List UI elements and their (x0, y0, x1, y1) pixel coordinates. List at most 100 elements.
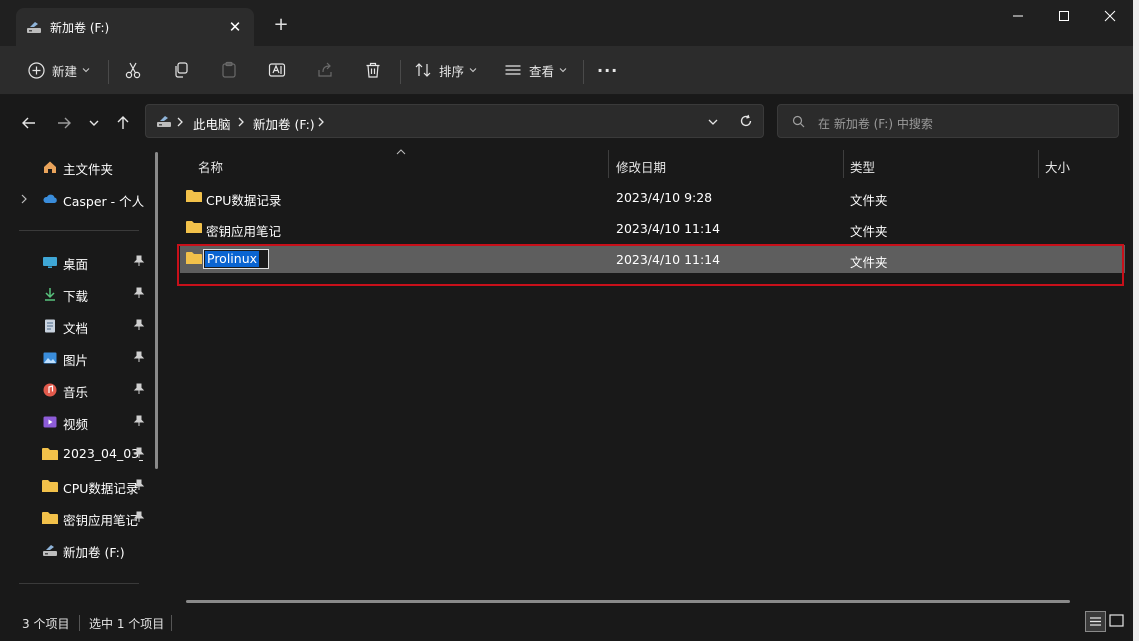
column-size[interactable]: 大小 (1045, 157, 1070, 176)
arrow-up-icon (117, 116, 129, 129)
pin-icon[interactable] (133, 351, 145, 363)
search-placeholder: 在 新加卷 (F:) 中搜索 (818, 117, 933, 131)
folder-icon (42, 512, 58, 524)
sort-button[interactable]: 排序 (414, 54, 478, 86)
tab-title: 新加卷 (F:) (50, 21, 110, 35)
up-button[interactable] (110, 110, 136, 136)
sidebar-item-label: CPU数据记录 (63, 481, 139, 496)
sidebar-item[interactable]: 新加卷 (F:) (20, 536, 148, 564)
expand-chevron-icon[interactable] (20, 194, 28, 204)
view-label: 查看 (529, 63, 555, 79)
recent-locations-button[interactable] (81, 110, 107, 136)
pin-icon[interactable] (133, 479, 145, 491)
sort-icon (415, 63, 431, 77)
file-name: CPU数据记录 (206, 193, 282, 208)
tiles-view-button[interactable] (1107, 611, 1128, 632)
video-icon (43, 416, 57, 428)
breadcrumb-this-pc[interactable]: 此电脑 (193, 114, 231, 133)
new-label: 新建 (52, 63, 78, 79)
refresh-icon[interactable] (739, 114, 753, 128)
folder-icon (186, 190, 202, 202)
paste-button[interactable] (220, 54, 238, 86)
copy-button[interactable] (172, 54, 190, 86)
minimize-button[interactable] (995, 0, 1041, 32)
chevron-right-icon (318, 117, 324, 127)
selection-count: 选中 1 个项目 (89, 617, 165, 631)
drive-icon (43, 545, 57, 556)
folder-icon (186, 221, 202, 233)
search-box[interactable]: 在 新加卷 (F:) 中搜索 (777, 104, 1119, 138)
file-explorer-window: 新加卷 (F:) ✕ + 新建 排序 查看 ··· 此电脑 新加卷 (F:) 在… (0, 0, 1133, 641)
pin-icon[interactable] (133, 287, 145, 299)
pin-icon[interactable] (133, 447, 145, 459)
sidebar-item[interactable]: 音乐 (20, 376, 148, 404)
sidebar-item-label: 下载 (63, 289, 89, 304)
nav-home-label: 主文件夹 (63, 162, 114, 177)
column-type[interactable]: 类型 (850, 157, 875, 176)
file-name: 密钥应用笔记 (206, 224, 282, 239)
pin-icon[interactable] (133, 415, 145, 427)
folder-icon (42, 480, 58, 492)
music-icon (43, 383, 57, 397)
view-button[interactable]: 查看 (504, 54, 568, 86)
chevron-down-icon (89, 120, 99, 126)
tab-drive-f[interactable]: 新加卷 (F:) ✕ (16, 8, 254, 46)
command-bar: 新建 排序 查看 ··· (0, 46, 1133, 95)
address-history-chevron-icon[interactable] (707, 117, 719, 127)
new-button[interactable]: 新建 (28, 54, 91, 86)
address-bar[interactable]: 此电脑 新加卷 (F:) (145, 104, 764, 138)
file-row[interactable]: CPU数据记录 2023/4/10 9:28 文件夹 (180, 183, 1125, 211)
copy-icon (175, 62, 188, 78)
rename-button[interactable] (268, 54, 286, 86)
details-view-button[interactable] (1085, 611, 1106, 632)
sidebar-item-label: 密钥应用笔记 (63, 513, 139, 528)
sort-label: 排序 (439, 63, 465, 79)
nav-scrollbar[interactable] (155, 152, 158, 469)
file-type: 文件夹 (850, 224, 888, 239)
drive-icon (27, 22, 41, 33)
column-modified[interactable]: 修改日期 (616, 157, 666, 176)
details-view-icon (1090, 617, 1101, 626)
pin-icon[interactable] (133, 383, 145, 395)
maximize-button[interactable] (1041, 0, 1087, 32)
back-button[interactable] (16, 110, 42, 136)
pin-icon[interactable] (133, 511, 145, 523)
chevron-down-icon (82, 68, 90, 73)
sidebar-item[interactable]: CPU数据记录 (20, 472, 148, 500)
close-window-button[interactable] (1087, 0, 1133, 32)
new-tab-button[interactable]: + (268, 12, 294, 38)
share-button[interactable] (316, 54, 334, 86)
drive-icon (157, 116, 171, 127)
folder-icon (42, 448, 58, 460)
sidebar-item-label: 新加卷 (F:) (63, 545, 125, 560)
more-options-button[interactable]: ··· (597, 54, 618, 86)
sidebar-item[interactable]: 图片 (20, 344, 148, 372)
delete-button[interactable] (364, 54, 382, 86)
sidebar-item[interactable]: 2023_04_03_ (20, 440, 148, 468)
pin-icon[interactable] (133, 255, 145, 267)
chevron-right-icon (238, 117, 244, 127)
sidebar-item-label: 视频 (63, 417, 89, 432)
pictures-icon (43, 352, 57, 364)
breadcrumb-drive-f[interactable]: 新加卷 (F:) (253, 114, 315, 133)
sidebar-item[interactable]: 视频 (20, 408, 148, 436)
close-icon (1104, 10, 1116, 22)
file-type: 文件夹 (850, 193, 888, 208)
item-count: 3 个项目 (22, 617, 70, 631)
close-tab-icon[interactable]: ✕ (222, 14, 248, 40)
sidebar-item[interactable]: 文档 (20, 312, 148, 340)
nav-home[interactable]: 主文件夹 (20, 153, 148, 181)
sidebar-item[interactable]: 下载 (20, 280, 148, 308)
nav-onedrive-label: Casper - 个人 (63, 194, 145, 209)
pin-icon[interactable] (133, 319, 145, 331)
desktop-icon (43, 257, 57, 268)
sidebar-item[interactable]: 密钥应用笔记 (20, 504, 148, 532)
forward-button[interactable] (51, 110, 77, 136)
list-scrollbar[interactable] (186, 600, 1070, 603)
sidebar-item[interactable]: 桌面 (20, 248, 148, 276)
nav-onedrive[interactable]: Casper - 个人 (20, 185, 148, 213)
cut-button[interactable] (124, 54, 142, 86)
column-name[interactable]: 名称 (198, 157, 223, 176)
file-row[interactable]: 密钥应用笔记 2023/4/10 11:14 文件夹 (180, 214, 1125, 242)
tiles-view-icon (1109, 614, 1124, 627)
